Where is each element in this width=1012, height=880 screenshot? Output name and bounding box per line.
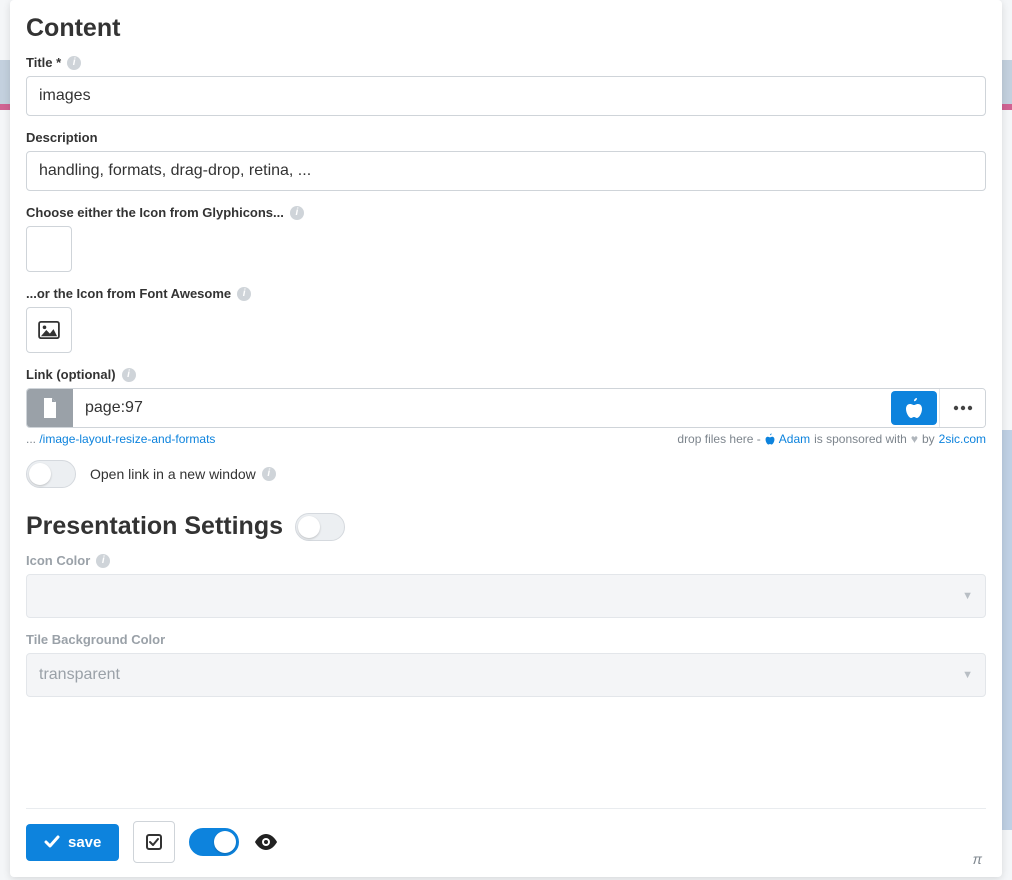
save-button[interactable]: save — [26, 824, 119, 861]
info-icon[interactable]: i — [67, 56, 81, 70]
title-input[interactable] — [26, 76, 986, 116]
icon-color-label: Icon Color i — [26, 553, 986, 568]
edit-dialog: Content Title * i Description Choose eit… — [10, 0, 1002, 877]
description-label-text: Description — [26, 130, 98, 145]
link-resolved-path[interactable]: /image-layout-resize-and-formats — [39, 432, 215, 446]
sponsor-site-link[interactable]: 2sic.com — [939, 432, 986, 446]
icon-color-label-text: Icon Color — [26, 553, 90, 568]
link-label: Link (optional) i — [26, 367, 986, 382]
save-button-label: save — [68, 834, 101, 851]
title-label: Title * i — [26, 55, 986, 70]
description-input[interactable] — [26, 151, 986, 191]
description-field: Description — [26, 130, 986, 191]
checkbox-check-icon — [145, 833, 163, 851]
content-heading-text: Content — [26, 14, 120, 43]
glyphicons-label: Choose either the Icon from Glyphicons..… — [26, 205, 986, 220]
more-options-button[interactable] — [939, 389, 985, 427]
glyphicons-field: Choose either the Icon from Glyphicons..… — [26, 205, 986, 272]
ellipsis-icon — [953, 405, 973, 411]
presentation-heading: Presentation Settings — [26, 512, 986, 541]
link-input-group — [26, 388, 986, 428]
info-icon[interactable]: i — [290, 206, 304, 220]
title-field: Title * i — [26, 55, 986, 116]
icon-color-select: ▼ — [26, 574, 986, 618]
sponsor-by: by — [922, 432, 935, 446]
sponsor-mid: is sponsored with — [814, 432, 907, 446]
heart-icon: ♥ — [911, 432, 918, 446]
autosave-toggle[interactable] — [189, 828, 239, 856]
glyphicons-label-text: Choose either the Icon from Glyphicons..… — [26, 205, 284, 220]
tile-bg-label-text: Tile Background Color — [26, 632, 165, 647]
open-new-window-toggle[interactable] — [26, 460, 76, 488]
icon-color-field: Icon Color i ▼ — [26, 553, 986, 618]
presentation-heading-text: Presentation Settings — [26, 512, 283, 541]
drop-hint: drop files here - — [677, 432, 760, 446]
check-icon — [44, 835, 60, 849]
presentation-toggle[interactable] — [295, 513, 345, 541]
adam-link[interactable]: Adam — [779, 432, 810, 446]
chevron-down-icon: ▼ — [962, 590, 973, 602]
pi-symbol[interactable]: π — [973, 851, 982, 867]
open-new-window-label: Open link in a new window i — [90, 466, 276, 482]
info-icon[interactable]: i — [122, 368, 136, 382]
title-label-text: Title * — [26, 55, 61, 70]
open-new-window-label-text: Open link in a new window — [90, 466, 256, 482]
description-label: Description — [26, 130, 986, 145]
link-field: Link (optional) i ... /image-layout-resi… — [26, 367, 986, 446]
save-and-close-button[interactable] — [133, 821, 175, 863]
apple-icon — [905, 398, 923, 418]
dialog-body: Content Title * i Description Choose eit… — [26, 10, 986, 808]
open-new-window-row: Open link in a new window i — [26, 460, 986, 488]
tile-bg-select: transparent ▼ — [26, 653, 986, 697]
fontawesome-label: ...or the Icon from Font Awesome i — [26, 286, 986, 301]
info-icon: i — [96, 554, 110, 568]
link-input[interactable] — [73, 389, 889, 427]
link-label-text: Link (optional) — [26, 367, 116, 382]
adam-upload-button[interactable] — [891, 391, 937, 425]
glyphicons-picker[interactable] — [26, 226, 72, 272]
sponsor-line: drop files here - Adam is sponsored with… — [677, 432, 986, 446]
link-resolved: ... /image-layout-resize-and-formats — [26, 432, 215, 446]
preview-button[interactable] — [253, 833, 279, 851]
fontawesome-picker[interactable] — [26, 307, 72, 353]
info-icon[interactable]: i — [237, 287, 251, 301]
chevron-down-icon: ▼ — [962, 669, 973, 681]
image-icon — [38, 321, 60, 339]
info-icon[interactable]: i — [262, 467, 276, 481]
link-subrow: ... /image-layout-resize-and-formats dro… — [26, 432, 986, 446]
fontawesome-label-text: ...or the Icon from Font Awesome — [26, 286, 231, 301]
tile-bg-label: Tile Background Color — [26, 632, 986, 647]
dialog-footer: save π — [26, 808, 986, 877]
fontawesome-field: ...or the Icon from Font Awesome i — [26, 286, 986, 353]
page-icon[interactable] — [27, 389, 73, 427]
apple-icon — [765, 433, 775, 445]
eye-icon — [253, 833, 279, 851]
content-heading: Content — [26, 14, 986, 43]
link-resolved-prefix: ... — [26, 432, 39, 446]
tile-bg-value: transparent — [39, 666, 120, 684]
tile-bg-field: Tile Background Color transparent ▼ — [26, 632, 986, 697]
